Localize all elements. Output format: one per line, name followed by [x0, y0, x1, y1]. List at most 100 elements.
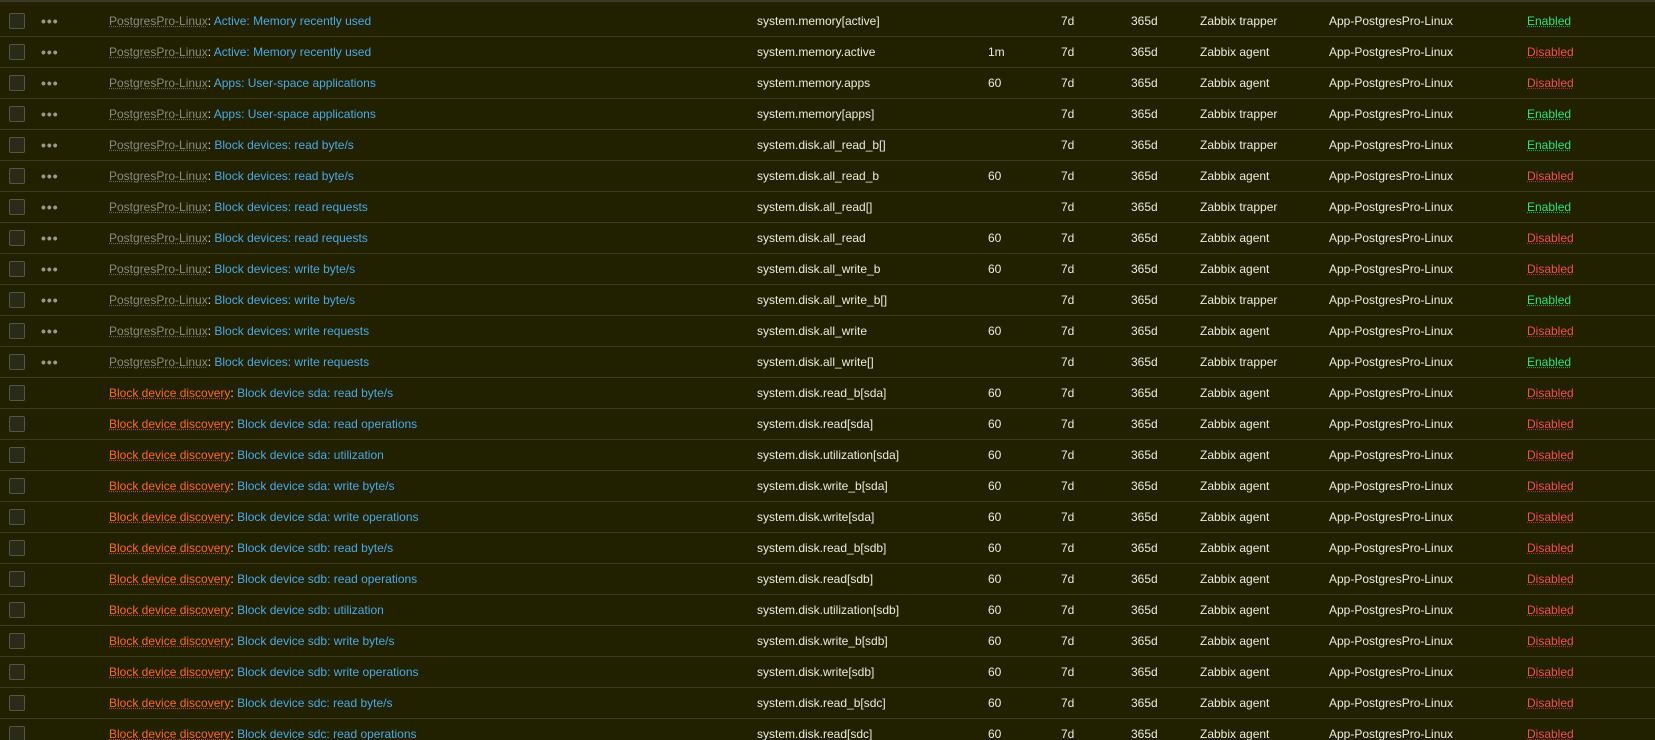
ellipsis-icon[interactable]: ••• [41, 130, 59, 160]
item-name-link[interactable]: Block devices: read byte/s [214, 169, 353, 183]
ellipsis-icon[interactable]: ••• [41, 37, 59, 67]
row-checkbox[interactable] [9, 167, 25, 184]
item-name-link[interactable]: Apps: User-space applications [214, 76, 376, 90]
discovery-rule-link[interactable]: Block device discovery [109, 541, 230, 555]
row-checkbox[interactable] [9, 539, 25, 556]
item-name-link[interactable]: Block devices: write byte/s [214, 293, 355, 307]
item-name-link[interactable]: Block device sdb: write byte/s [237, 634, 394, 648]
row-checkbox[interactable] [9, 446, 25, 463]
item-status-toggle[interactable]: Disabled [1527, 262, 1574, 276]
ellipsis-icon[interactable]: ••• [41, 316, 59, 346]
ellipsis-icon[interactable]: ••• [41, 99, 59, 129]
ellipsis-icon[interactable]: ••• [41, 223, 59, 253]
template-link[interactable]: PostgresPro-Linux [109, 76, 208, 90]
item-status-toggle[interactable]: Disabled [1527, 696, 1574, 710]
template-link[interactable]: PostgresPro-Linux [109, 324, 208, 338]
item-name-link[interactable]: Block device sdb: utilization [237, 603, 384, 617]
item-name-link[interactable]: Block device sda: write operations [237, 510, 418, 524]
item-status-toggle[interactable]: Disabled [1527, 541, 1574, 555]
item-status-toggle[interactable]: Disabled [1527, 231, 1574, 245]
ellipsis-icon[interactable]: ••• [41, 347, 59, 377]
item-status-toggle[interactable]: Disabled [1527, 603, 1574, 617]
template-link[interactable]: PostgresPro-Linux [109, 107, 208, 121]
ellipsis-icon[interactable]: ••• [41, 285, 59, 315]
item-name-link[interactable]: Block devices: write byte/s [214, 262, 355, 276]
item-status-toggle[interactable]: Disabled [1527, 76, 1574, 90]
item-status-toggle[interactable]: Enabled [1527, 107, 1571, 121]
row-checkbox[interactable] [9, 353, 25, 370]
row-checkbox[interactable] [9, 291, 25, 308]
item-name-link[interactable]: Block device sdb: read byte/s [237, 541, 393, 555]
item-status-toggle[interactable]: Enabled [1527, 293, 1571, 307]
row-checkbox[interactable] [9, 322, 25, 339]
template-link[interactable]: PostgresPro-Linux [109, 200, 208, 214]
discovery-rule-link[interactable]: Block device discovery [109, 572, 230, 586]
item-status-toggle[interactable]: Disabled [1527, 448, 1574, 462]
item-name-link[interactable]: Block device sda: read byte/s [237, 386, 393, 400]
row-checkbox[interactable] [9, 663, 25, 680]
item-status-toggle[interactable]: Enabled [1527, 14, 1571, 28]
discovery-rule-link[interactable]: Block device discovery [109, 665, 230, 679]
template-link[interactable]: PostgresPro-Linux [109, 45, 208, 59]
template-link[interactable]: PostgresPro-Linux [109, 14, 208, 28]
item-status-toggle[interactable]: Disabled [1527, 169, 1574, 183]
item-name-link[interactable]: Block devices: read requests [214, 200, 367, 214]
discovery-rule-link[interactable]: Block device discovery [109, 417, 230, 431]
item-name-link[interactable]: Block device sdb: read operations [237, 572, 417, 586]
item-name-link[interactable]: Block devices: read byte/s [214, 138, 353, 152]
item-status-toggle[interactable]: Enabled [1527, 355, 1571, 369]
item-status-toggle[interactable]: Disabled [1527, 324, 1574, 338]
row-checkbox[interactable] [9, 105, 25, 122]
row-checkbox[interactable] [9, 508, 25, 525]
item-status-toggle[interactable]: Disabled [1527, 45, 1574, 59]
ellipsis-icon[interactable]: ••• [41, 254, 59, 284]
row-checkbox[interactable] [9, 74, 25, 91]
template-link[interactable]: PostgresPro-Linux [109, 355, 208, 369]
row-checkbox[interactable] [9, 136, 25, 153]
item-name-link[interactable]: Active: Memory recently used [214, 45, 371, 59]
discovery-rule-link[interactable]: Block device discovery [109, 696, 230, 710]
ellipsis-icon[interactable]: ••• [41, 68, 59, 98]
row-checkbox[interactable] [9, 384, 25, 401]
item-name-link[interactable]: Block device sdc: read byte/s [237, 696, 392, 710]
item-status-toggle[interactable]: Disabled [1527, 479, 1574, 493]
row-checkbox[interactable] [9, 260, 25, 277]
item-name-link[interactable]: Apps: User-space applications [214, 107, 376, 121]
discovery-rule-link[interactable]: Block device discovery [109, 727, 230, 740]
item-name-link[interactable]: Block devices: write requests [214, 355, 369, 369]
template-link[interactable]: PostgresPro-Linux [109, 231, 208, 245]
item-status-toggle[interactable]: Disabled [1527, 665, 1574, 679]
template-link[interactable]: PostgresPro-Linux [109, 138, 208, 152]
item-name-link[interactable]: Active: Memory recently used [214, 14, 371, 28]
item-status-toggle[interactable]: Enabled [1527, 200, 1571, 214]
row-checkbox[interactable] [9, 570, 25, 587]
discovery-rule-link[interactable]: Block device discovery [109, 479, 230, 493]
item-status-toggle[interactable]: Enabled [1527, 138, 1571, 152]
item-name-link[interactable]: Block device sda: read operations [237, 417, 417, 431]
row-checkbox[interactable] [9, 694, 25, 711]
item-name-link[interactable]: Block device sdc: read operations [237, 727, 416, 740]
row-checkbox[interactable] [9, 198, 25, 215]
item-name-link[interactable]: Block devices: write requests [214, 324, 369, 338]
template-link[interactable]: PostgresPro-Linux [109, 169, 208, 183]
item-status-toggle[interactable]: Disabled [1527, 417, 1574, 431]
item-name-link[interactable]: Block device sdb: write operations [237, 665, 418, 679]
item-name-link[interactable]: Block devices: read requests [214, 231, 367, 245]
row-checkbox[interactable] [9, 477, 25, 494]
row-checkbox[interactable] [9, 43, 25, 60]
row-checkbox[interactable] [9, 601, 25, 618]
discovery-rule-link[interactable]: Block device discovery [109, 386, 230, 400]
item-status-toggle[interactable]: Disabled [1527, 386, 1574, 400]
item-name-link[interactable]: Block device sda: utilization [237, 448, 384, 462]
row-checkbox[interactable] [9, 229, 25, 246]
row-checkbox[interactable] [9, 12, 25, 29]
item-name-link[interactable]: Block device sda: write byte/s [237, 479, 394, 493]
discovery-rule-link[interactable]: Block device discovery [109, 448, 230, 462]
template-link[interactable]: PostgresPro-Linux [109, 293, 208, 307]
ellipsis-icon[interactable]: ••• [41, 192, 59, 222]
row-checkbox[interactable] [9, 415, 25, 432]
ellipsis-icon[interactable]: ••• [41, 6, 59, 36]
ellipsis-icon[interactable]: ••• [41, 161, 59, 191]
item-status-toggle[interactable]: Disabled [1527, 510, 1574, 524]
discovery-rule-link[interactable]: Block device discovery [109, 603, 230, 617]
